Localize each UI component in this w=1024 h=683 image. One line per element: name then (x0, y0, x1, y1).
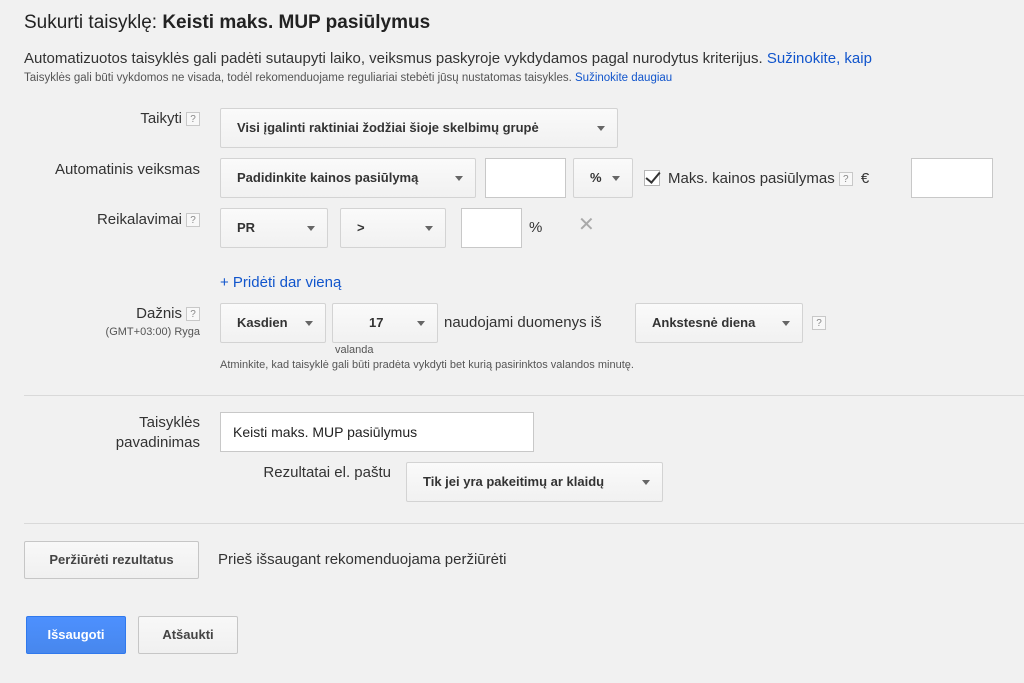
action-unit-value: % (590, 170, 602, 185)
currency-symbol: € (860, 170, 870, 187)
save-button[interactable]: Išsaugoti (26, 616, 126, 654)
learn-more-link[interactable]: Sužinokite daugiau (575, 72, 672, 84)
chevron-down-icon (455, 176, 463, 181)
rule-title-name: Keisti maks. MUP pasiūlymus (162, 12, 431, 33)
intro-text: Automatizuotos taisyklės gali padėti sut… (24, 50, 872, 67)
max-bid-checkbox[interactable] (644, 170, 660, 186)
rule-name-input[interactable]: Keisti maks. MUP pasiūlymus (220, 412, 534, 452)
rule-name-label: Taisyklės pavadinimas (0, 413, 200, 453)
email-results-value: Tik jei yra pakeitimų ar klaidų (423, 474, 605, 489)
help-icon[interactable]: ? (186, 112, 200, 127)
action-label: Automatinis veiksmas (54, 161, 200, 178)
divider (24, 523, 1024, 524)
title-prefix: Sukurti taisyklę: (24, 12, 158, 33)
operator-dropdown[interactable]: > (340, 208, 446, 248)
help-icon[interactable]: ? (186, 307, 200, 322)
action-unit-dropdown[interactable]: % (573, 158, 633, 198)
intro-line1: Automatizuotos taisyklės gali padėti sut… (24, 50, 763, 67)
rule-name-label-line1: Taisyklės (139, 414, 200, 431)
max-bid-input[interactable] (911, 158, 993, 198)
requirements-label-row: Reikalavimai? (0, 211, 200, 228)
action-amount-input[interactable] (485, 158, 566, 198)
max-bid-label-row: Maks. kainos pasiūlymas? € (668, 170, 869, 187)
add-requirement-link[interactable]: + Pridėti dar vieną (220, 274, 341, 291)
frequency-label-row: Dažnis? (0, 305, 200, 322)
metric-dropdown[interactable]: PR (220, 208, 328, 248)
frequency-value: Kasdien (237, 315, 288, 330)
frequency-label: Dažnis (136, 305, 182, 322)
action-value: Padidinkite kainos pasiūlymą (237, 170, 419, 185)
page-title: Sukurti taisyklę: Keisti maks. MUP pasiū… (24, 12, 430, 34)
chevron-down-icon (597, 126, 605, 131)
intro-note: Taisyklės gali būti vykdomos ne visada, … (24, 72, 672, 84)
intro-line2: Taisyklės gali būti vykdomos ne visada, … (24, 72, 572, 84)
hour-value: 17 (369, 315, 384, 330)
hour-dropdown[interactable]: 17 (332, 303, 438, 343)
learn-how-link[interactable]: Sužinokite, kaip (767, 50, 872, 67)
help-icon[interactable]: ? (186, 213, 200, 228)
chevron-down-icon (642, 480, 650, 485)
apply-label-row: Taikyti? (0, 110, 200, 127)
data-range-value: Ankstesnė diena (652, 315, 756, 330)
hour-caption: valanda (335, 344, 374, 356)
requirements-label: Reikalavimai (96, 211, 182, 228)
data-range-dropdown[interactable]: Ankstesnė diena (635, 303, 803, 343)
help-icon[interactable]: ? (812, 316, 826, 330)
chevron-down-icon (417, 321, 425, 326)
email-results-dropdown[interactable]: Tik jei yra pakeitimų ar klaidų (406, 462, 663, 502)
chevron-down-icon (782, 321, 790, 326)
help-icon[interactable]: ? (838, 172, 853, 187)
chevron-down-icon (307, 226, 315, 231)
metric-value: PR (237, 220, 256, 235)
requirement-value-input[interactable] (461, 208, 522, 248)
operator-value: > (357, 220, 365, 235)
email-results-label: Rezultatai el. paštu (263, 464, 391, 481)
apply-to-dropdown[interactable]: Visi įgalinti raktiniai žodžiai šioje sk… (220, 108, 618, 148)
chevron-down-icon (612, 176, 620, 181)
divider (24, 395, 1024, 396)
apply-label: Taikyti (140, 110, 182, 127)
apply-to-value: Visi įgalinti raktiniai žodžiai šioje sk… (237, 120, 539, 135)
requirement-unit: % (529, 219, 543, 236)
frequency-note: Atminkite, kad taisyklė gali būti pradėt… (220, 359, 634, 371)
timezone-label: (GMT+03:00) Ryga (105, 326, 200, 338)
chevron-down-icon (305, 321, 313, 326)
close-icon[interactable]: ✕ (578, 212, 595, 237)
frequency-dropdown[interactable]: Kasdien (220, 303, 326, 343)
action-dropdown[interactable]: Padidinkite kainos pasiūlymą (220, 158, 476, 198)
preview-results-button[interactable]: Peržiūrėti rezultatus (24, 541, 199, 579)
max-bid-label: Maks. kainos pasiūlymas (668, 170, 835, 187)
data-from-label: naudojami duomenys iš (444, 314, 602, 331)
cancel-button[interactable]: Atšaukti (138, 616, 238, 654)
rule-name-label-line2: pavadinimas (115, 434, 200, 451)
preview-hint: Prieš išsaugant rekomenduojama peržiūrėt… (218, 551, 507, 568)
chevron-down-icon (425, 226, 433, 231)
